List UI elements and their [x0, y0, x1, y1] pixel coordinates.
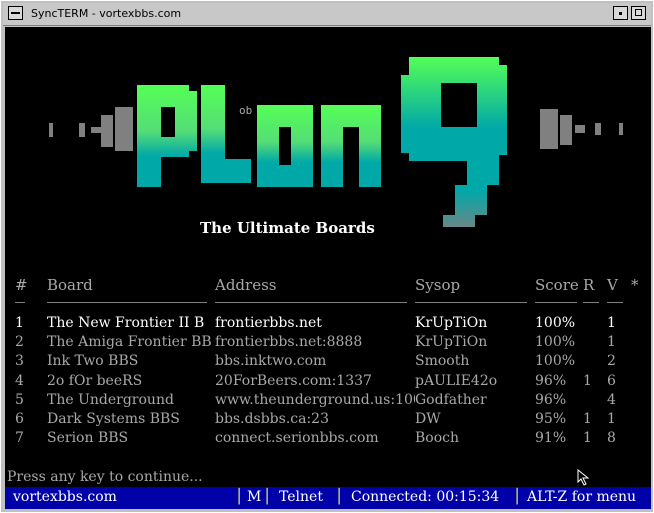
row-number: 6: [15, 411, 24, 427]
header-star: *: [631, 276, 639, 294]
row-sysop: pAULIE42o: [415, 372, 498, 389]
table-row: 5 The Underground www.theunderground.us:10…: [5, 392, 651, 411]
header-rule: [47, 302, 207, 303]
row-board: The New Frontier II B: [47, 315, 205, 331]
table-row: 2 The Amiga Frontier BB frontierbbs.net:88…: [5, 334, 651, 353]
window-title: SyncTERM - vortexbbs.com: [31, 7, 182, 20]
header-rule: [415, 302, 527, 303]
row-sysop: Godfather: [415, 391, 487, 408]
header-board: Board: [47, 276, 93, 294]
row-number: 5: [15, 391, 24, 408]
row-board: 2o fOr beeRS: [47, 372, 143, 389]
status-connected: Connected: 00:15:34: [351, 489, 500, 505]
status-bar: vortexbbs.com │ M │ Telnet │ Connected: …: [5, 487, 651, 509]
row-score: 100%: [535, 353, 576, 370]
terminal-screen[interactable]: ob The Ultimate Boards # Board Address S…: [5, 27, 651, 487]
row-score: 91%: [535, 430, 567, 447]
right-dumbbell: [540, 109, 623, 149]
row-address: frontierbbs.net: [215, 315, 322, 331]
status-protocol: Telnet: [279, 489, 323, 505]
row-sysop: Smooth: [415, 353, 470, 370]
row-sysop: KrUpTiOn: [415, 315, 488, 331]
window-menu-icon[interactable]: [8, 6, 23, 20]
row-board: Serion BBS: [47, 430, 129, 447]
row-number: 3: [15, 353, 24, 370]
plan9-logo: [49, 57, 623, 227]
status-host: vortexbbs.com: [13, 489, 117, 505]
table-row: 4 2o fOr beeRS 20ForBeers.com:1337 pAULIE42…: [5, 373, 651, 392]
status-help: ALT-Z for menu: [527, 489, 637, 505]
row-v: 2: [607, 353, 616, 370]
row-score: 100%: [535, 315, 576, 331]
row-v: 8: [607, 430, 616, 447]
continue-prompt: Press any key to continue...: [7, 469, 203, 485]
row-r: 1: [583, 411, 592, 427]
header-rule: [15, 302, 25, 303]
row-score: 95%: [535, 411, 567, 427]
row-board: The Underground: [47, 391, 174, 408]
row-score: 100%: [535, 334, 576, 351]
header-v: V: [607, 276, 618, 294]
row-score: 96%: [535, 372, 567, 389]
maximize-button[interactable]: [631, 6, 646, 20]
synchterm-window: SyncTERM - vortexbbs.com ob The Ultimate…: [0, 0, 654, 513]
row-board: Dark Systems BBS: [47, 411, 180, 427]
row-r: 1: [583, 430, 592, 447]
table-row: 6 Dark Systems BBS bbs.dsbbs.ca:23 DW 95% 1 1: [5, 411, 651, 430]
row-address: bbs.inktwo.com: [215, 353, 327, 370]
row-v: 1: [607, 334, 616, 351]
header-rule: [535, 302, 577, 303]
table-row: 1 The New Frontier II B frontierbbs.net KrU…: [5, 315, 651, 334]
title-bar[interactable]: SyncTERM - vortexbbs.com: [3, 3, 651, 26]
header-number: #: [15, 276, 28, 294]
row-number: 2: [15, 334, 24, 351]
row-v: 1: [607, 315, 616, 331]
header-sysop: Sysop: [415, 276, 461, 294]
header-address: Address: [215, 276, 277, 294]
row-r: 1: [583, 372, 592, 389]
row-sysop: Booch: [415, 430, 460, 447]
row-address: bbs.dsbbs.ca:23: [215, 411, 329, 427]
row-number: 7: [15, 430, 24, 447]
header-r: R: [583, 276, 595, 294]
row-v: 6: [607, 372, 616, 389]
header-score: Score: [535, 276, 579, 294]
row-address: 20ForBeers.com:1337: [215, 372, 372, 389]
row-v: 4: [607, 391, 616, 408]
table-row: 7 Serion BBS connect.serionbbs.com Booch 91%…: [5, 430, 651, 449]
header-rule: [607, 302, 623, 303]
row-sysop: DW: [415, 411, 441, 427]
row-sysop: KrUpTiOn: [415, 334, 488, 351]
row-address: frontierbbs.net:8888: [215, 334, 363, 351]
status-mode: M: [247, 489, 262, 505]
row-score: 96%: [535, 391, 567, 408]
tagline: The Ultimate Boards: [200, 219, 375, 237]
row-number: 4: [15, 372, 24, 389]
minimize-button[interactable]: [613, 6, 628, 20]
table-row: 3 Ink Two BBS bbs.inktwo.com Smooth 100% 2: [5, 353, 651, 372]
row-address: www.theunderground.us:100: [215, 391, 415, 408]
logo-small-text: ob: [239, 104, 253, 117]
header-rule: [583, 302, 599, 303]
row-v: 1: [607, 411, 616, 427]
header-rule: [215, 302, 407, 303]
row-address: connect.serionbbs.com: [215, 430, 379, 447]
row-board: Ink Two BBS: [47, 353, 139, 370]
row-number: 1: [15, 315, 24, 331]
row-board: The Amiga Frontier BB: [47, 334, 212, 351]
left-dumbbell: [49, 107, 133, 151]
mouse-pointer-icon: [577, 469, 590, 486]
